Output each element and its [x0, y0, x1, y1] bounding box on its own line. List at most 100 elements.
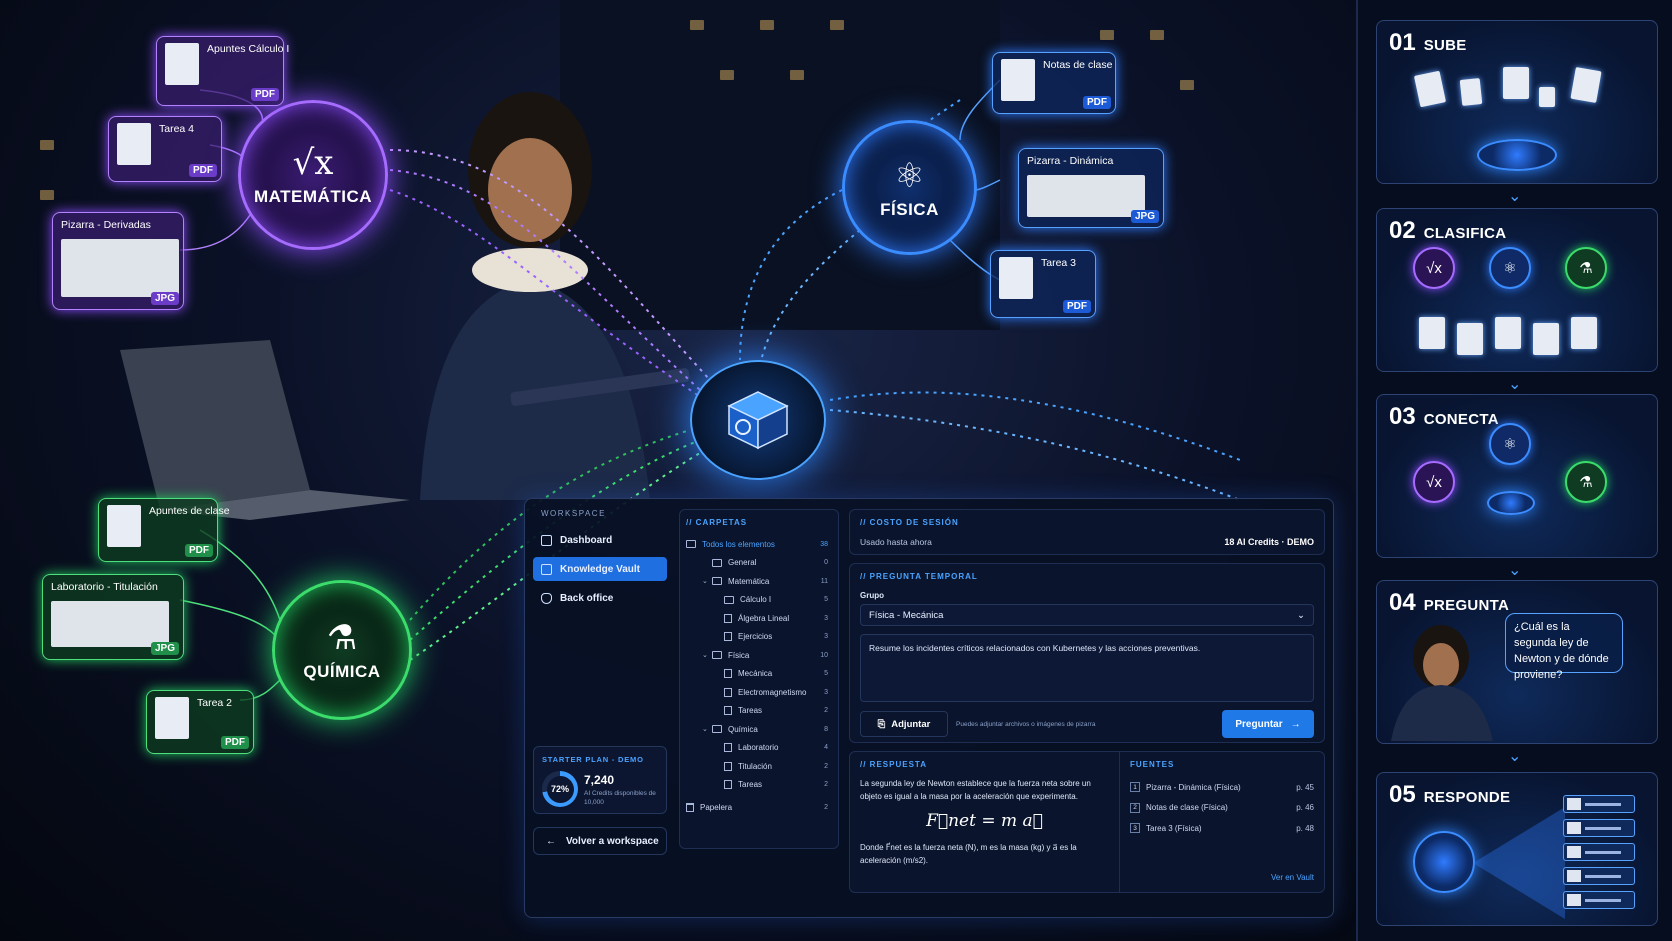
nav-knowledge-vault[interactable]: Knowledge Vault	[533, 557, 667, 581]
step-responde: 05 RESPONDE	[1376, 772, 1658, 926]
atom-icon: ⚛	[894, 155, 925, 196]
chevron-down-icon: ⌄	[1508, 748, 1522, 765]
folder-item[interactable]: ⌄ Física 10	[686, 646, 832, 665]
ask-button[interactable]: Preguntar →	[1222, 710, 1314, 738]
file-icon	[724, 706, 732, 716]
ask-label: Preguntar	[1235, 718, 1283, 730]
folder-label: Mecánica	[738, 669, 773, 679]
folder-count: 11	[820, 577, 828, 585]
question-textarea[interactable]: Resume los incidentes críticos relaciona…	[860, 634, 1314, 702]
credits-subtitle: AI Credits disponibles de 10,000	[584, 790, 656, 806]
folder-label: Todos los elementos	[702, 539, 775, 549]
answer-card: // RESPUESTA La segunda ley de Newton es…	[849, 751, 1325, 893]
folder-label: General	[728, 558, 757, 568]
folder-item[interactable]: Mecánica 5	[686, 665, 832, 684]
folder-item[interactable]: Tareas 2	[686, 702, 832, 721]
doc-title: Laboratorio - Titulación	[51, 581, 158, 593]
hero-scene: √x MATEMÁTICA ⚛ FÍSICA ⚗ QUÍMICA Apuntes…	[0, 0, 1356, 941]
attach-label: Adjuntar	[891, 718, 931, 730]
chevron-down-icon: ⌄	[1508, 188, 1522, 205]
document-icon	[1533, 323, 1559, 355]
document-icon	[1413, 70, 1447, 108]
doc-type-badge: PDF	[221, 736, 249, 749]
session-cost-card: // COSTO DE SESIÓN Usado hasta ahora 18 …	[849, 509, 1325, 555]
doc-notas-clase: Notas de clase PDF	[992, 52, 1116, 114]
plan-card: STARTER PLAN - DEMO 72% 7,240 AI Credits…	[533, 746, 667, 814]
answer-text: La segunda ley de Newton establece que l…	[860, 779, 1091, 801]
folder-item[interactable]: Cálculo I 5	[686, 591, 832, 610]
doc-title: Pizarra - Dinámica	[1027, 155, 1114, 167]
source-stack-item	[1563, 843, 1635, 861]
folder-count: 2	[824, 762, 828, 770]
source-number: 1	[1130, 782, 1140, 793]
file-icon	[724, 743, 732, 753]
doc-tarea-3: Tarea 3 PDF	[990, 250, 1096, 318]
folder-item[interactable]: Álgebra Lineal 3	[686, 609, 832, 628]
folder-label: Electromagnetismo	[738, 687, 807, 697]
folder-count: 2	[824, 707, 828, 715]
arrow-right-icon: →	[1290, 718, 1301, 730]
knowledge-vault-app: WORKSPACE Dashboard Knowledge Vault Back…	[524, 498, 1334, 918]
folder-item[interactable]: Titulación 2	[686, 757, 832, 776]
hub-quimica: ⚗ QUÍMICA	[272, 580, 412, 720]
folder-count: 3	[824, 614, 828, 622]
whiteboard-thumbnail	[1027, 175, 1145, 217]
document-icon	[155, 697, 189, 739]
folder-count: 2	[824, 781, 828, 789]
doc-type-badge: PDF	[185, 544, 213, 557]
folder-label: Matemática	[728, 576, 770, 586]
answer-title: // RESPUESTA	[860, 760, 927, 769]
source-item[interactable]: 1 Pizarra - Dinámica (Física) p. 45	[1130, 777, 1314, 798]
attach-button[interactable]: ⎘ Adjuntar	[860, 711, 948, 737]
folder-count: 8	[824, 725, 828, 733]
folder-item[interactable]: ⌄ Química 8	[686, 720, 832, 739]
nav-back-office[interactable]: Back office	[533, 586, 667, 610]
source-label: Tarea 3 (Física)	[1146, 823, 1202, 833]
file-icon	[724, 632, 732, 642]
group-value: Física - Mecánica	[869, 609, 944, 621]
step-pregunta: 04 PREGUNTA ¿Cuál es la segunda ley de N…	[1376, 580, 1658, 744]
step-title: CLASIFICA	[1423, 225, 1507, 242]
source-item[interactable]: 3 Tarea 3 (Física) p. 48	[1130, 818, 1314, 839]
trash-icon	[686, 802, 694, 812]
folder-label: Titulación	[738, 761, 772, 771]
document-icon	[999, 257, 1033, 299]
question-card: // PREGUNTA TEMPORAL Grupo Física - Mecá…	[849, 563, 1325, 743]
doc-type-badge: PDF	[189, 164, 217, 177]
back-to-workspace-button[interactable]: ← Volver a workspace	[533, 827, 667, 855]
file-icon	[724, 761, 732, 771]
atom-icon: ⚛	[1489, 423, 1531, 465]
folder-item[interactable]: Ejercicios 3	[686, 628, 832, 647]
folder-item[interactable]: General 0	[686, 554, 832, 573]
hub-label: FÍSICA	[880, 199, 939, 219]
folder-item[interactable]: ⌄ Matemática 11	[686, 572, 832, 591]
folder-icon	[712, 558, 722, 567]
folder-item[interactable]: Laboratorio 4	[686, 739, 832, 758]
file-icon	[724, 780, 732, 790]
folder-item[interactable]: Tareas 2	[686, 776, 832, 795]
source-item[interactable]: 2 Notas de clase (Física) p. 46	[1130, 798, 1314, 819]
group-select[interactable]: Física - Mecánica ⌄	[860, 604, 1314, 626]
vault-core	[690, 360, 826, 480]
flask-icon: ⚗	[326, 618, 358, 658]
attach-hint: Puedes adjuntar archivos o imágenes de p…	[956, 720, 1096, 728]
plan-title: STARTER PLAN - DEMO	[542, 755, 644, 764]
student-thumbnail	[1391, 625, 1493, 741]
folder-count: 10	[820, 651, 828, 659]
credits-percent: 72%	[546, 775, 574, 803]
folder-count: 5	[824, 670, 828, 678]
doc-type-badge: JPG	[1130, 210, 1159, 223]
folder-item[interactable]: Papelera 2	[686, 798, 832, 817]
folder-count: 5	[824, 596, 828, 604]
folder-count: 0	[824, 559, 828, 567]
source-label: Notas de clase (Física)	[1146, 803, 1228, 813]
folder-item[interactable]: Electromagnetismo 3	[686, 683, 832, 702]
folder-item[interactable]: Todos los elementos 38	[686, 535, 832, 554]
hub-fisica: ⚛ FÍSICA	[842, 120, 977, 255]
folder-label: Tareas	[738, 706, 763, 716]
folder-icon	[712, 577, 722, 586]
credits-value: 7,240	[584, 773, 615, 787]
see-in-vault-link[interactable]: Ver en Vault	[1271, 873, 1314, 882]
credits-progress-ring: 72%	[542, 771, 578, 807]
nav-dashboard[interactable]: Dashboard	[533, 528, 667, 552]
